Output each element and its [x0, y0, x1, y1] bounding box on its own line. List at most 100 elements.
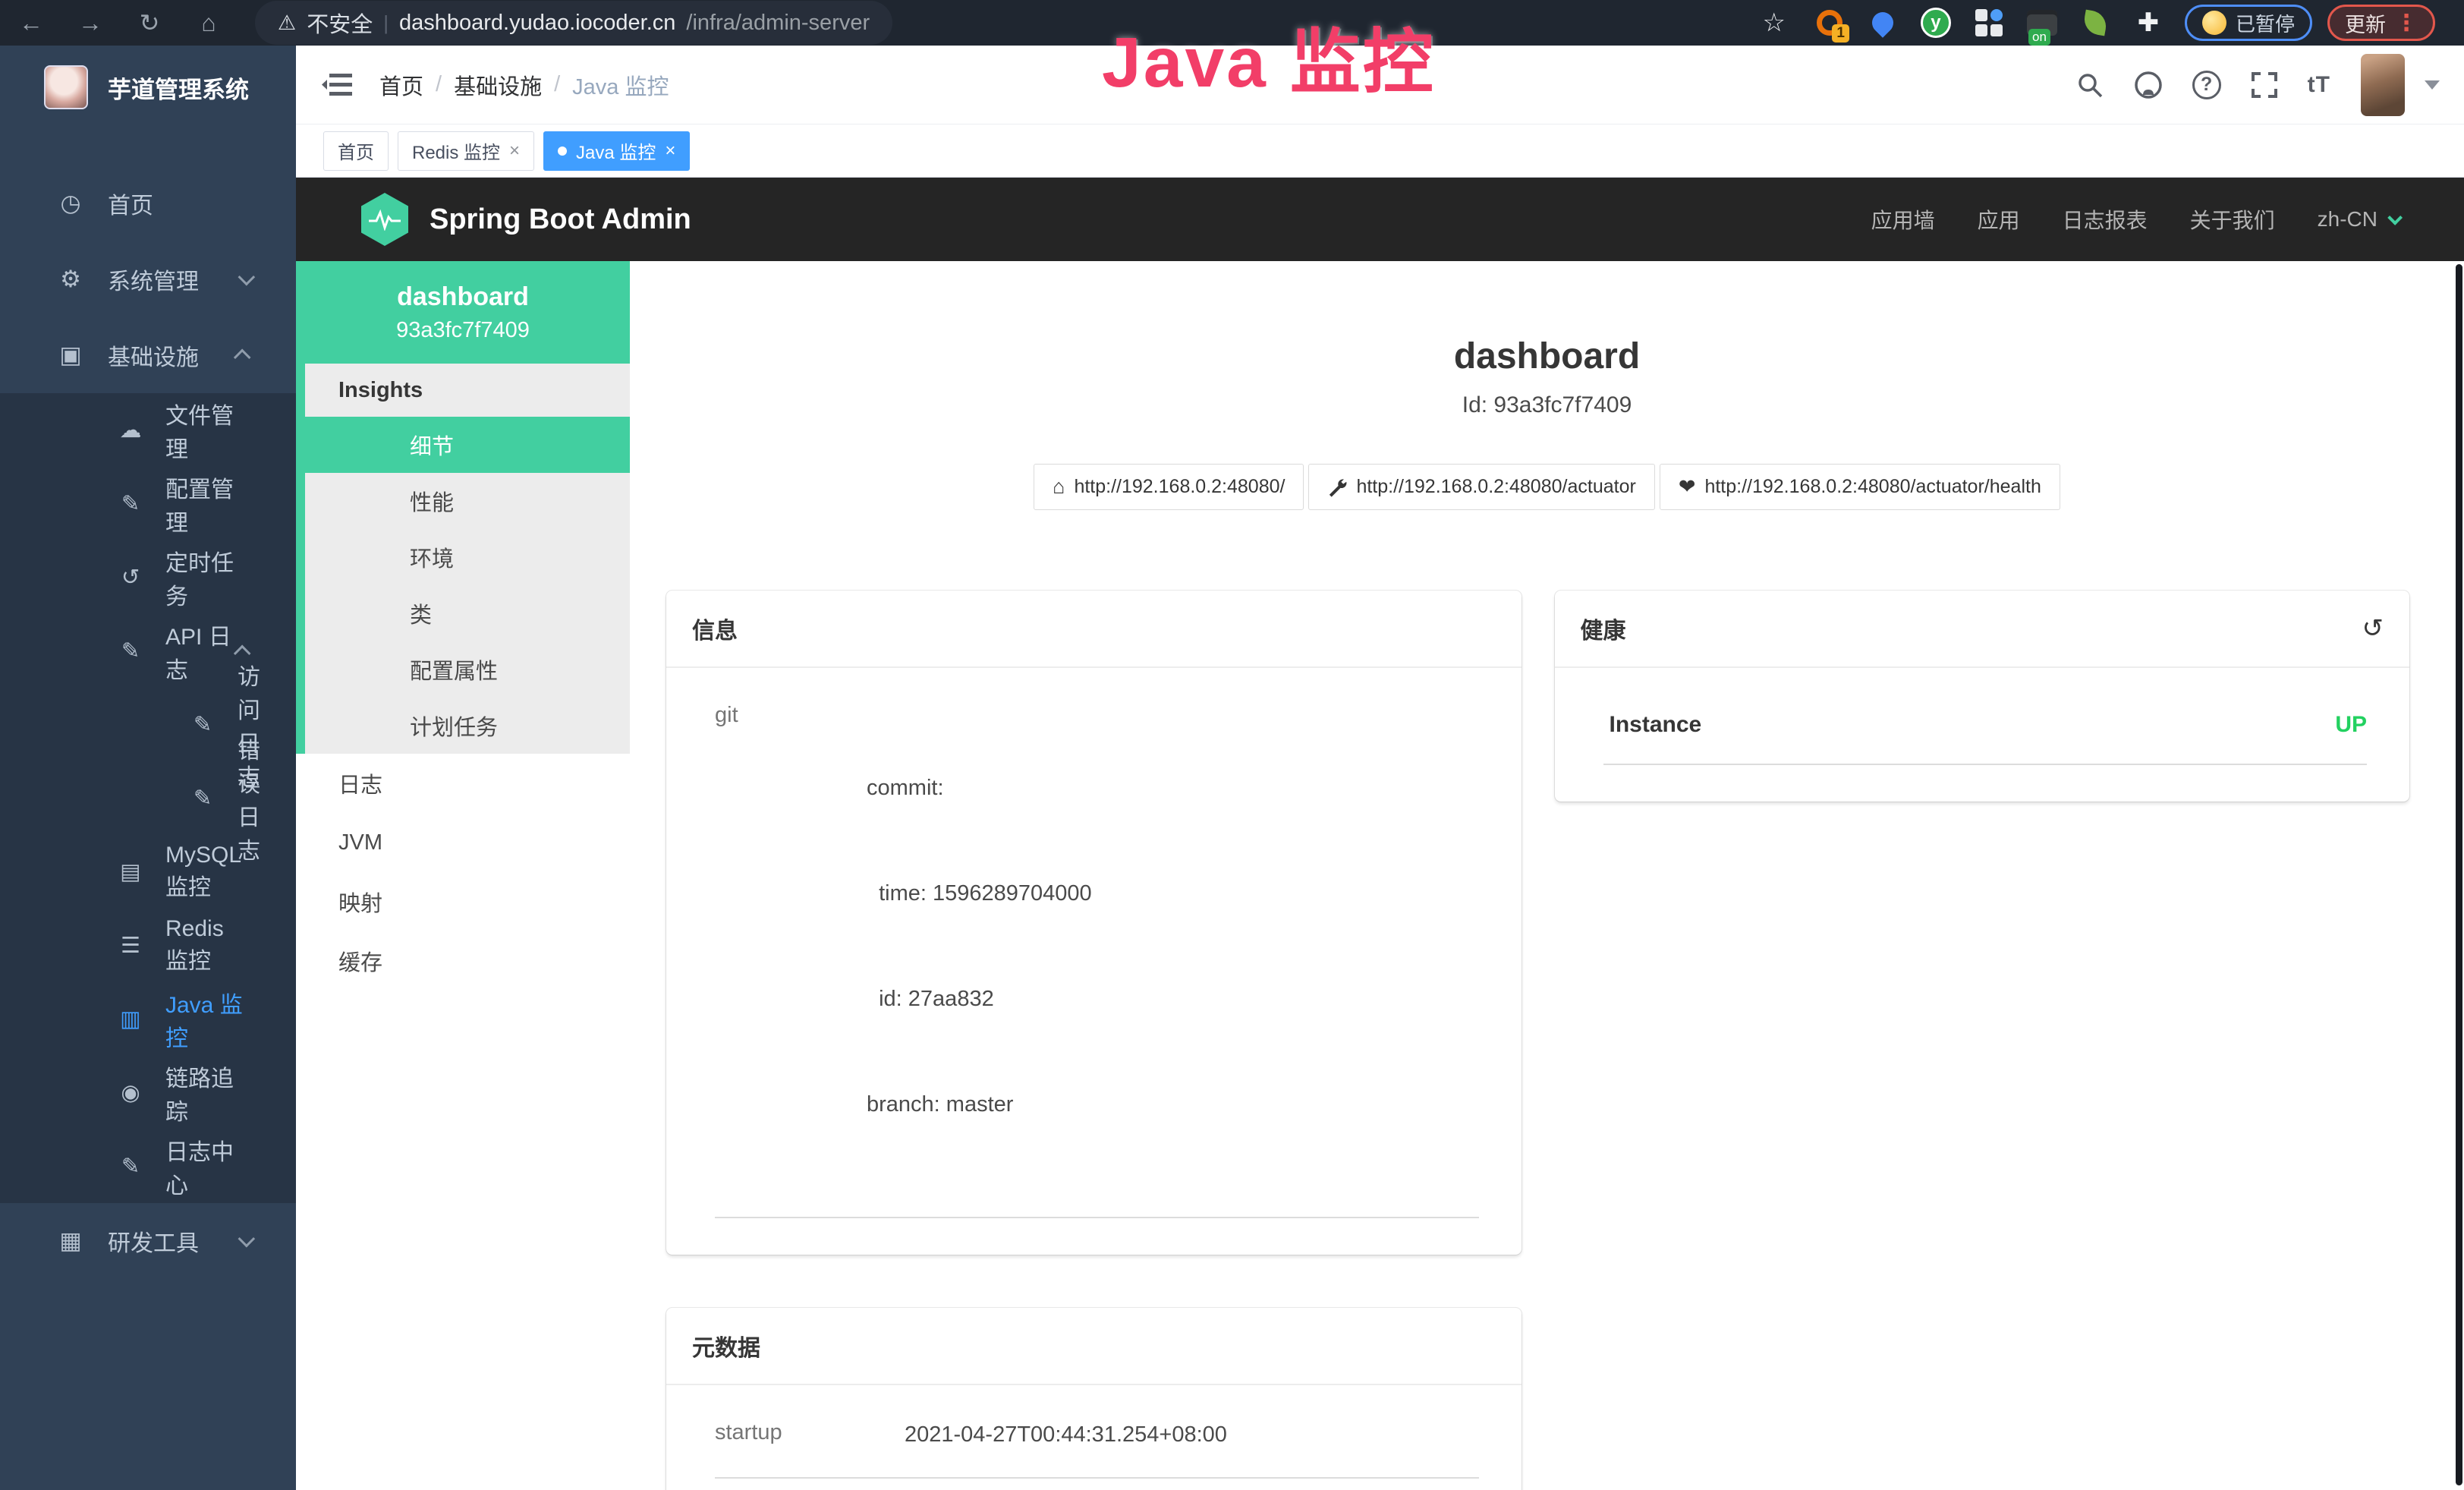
- sidebar-item-tracing[interactable]: ◉ 链路追踪: [0, 1056, 296, 1129]
- startup-value: 2021-04-27T00:44:31.254+08:00: [905, 1417, 1227, 1452]
- instance-links: ⌂ http://192.168.0.2:48080/ http://192.1…: [630, 464, 2464, 510]
- metadata-card-title: 元数据: [692, 1329, 760, 1362]
- database-icon: ▤: [114, 858, 147, 885]
- nav-item-classes[interactable]: 类: [305, 585, 630, 641]
- paused-profile-button[interactable]: 已暂停: [2185, 5, 2312, 41]
- app-logo[interactable]: 芋道管理系统: [0, 46, 296, 129]
- extension-y-icon[interactable]: y: [1919, 6, 1953, 39]
- cloud-upload-icon: ☁: [114, 417, 147, 443]
- browser-home-icon[interactable]: ⌂: [191, 9, 226, 37]
- status-badge: UP: [2335, 712, 2367, 738]
- log-edit-icon: ✎: [114, 1153, 147, 1180]
- instance-header[interactable]: dashboard 93a3fc7f7409: [296, 261, 630, 364]
- extension-pin-icon[interactable]: [1866, 6, 1899, 39]
- url-path[interactable]: /infra/admin-server: [686, 11, 870, 36]
- page-scrollbar[interactable]: [2456, 264, 2462, 1485]
- health-card-title: 健康: [1581, 612, 1626, 645]
- extensions-puzzle-icon[interactable]: ✚: [2132, 6, 2165, 39]
- bookmark-star-icon[interactable]: ☆: [1763, 8, 1786, 38]
- log-edit-icon: ✎: [114, 638, 147, 664]
- tab-home[interactable]: 首页: [323, 131, 389, 171]
- actuator-url-button[interactable]: http://192.168.0.2:48080/actuator: [1308, 464, 1654, 510]
- nav-item-details[interactable]: 细节: [305, 417, 630, 473]
- sidebar-item-config-manage[interactable]: ✎ 配置管理: [0, 467, 296, 540]
- breadcrumb: 首页 / 基础设施 / Java 监控: [379, 69, 669, 101]
- github-icon[interactable]: [2133, 70, 2163, 100]
- address-bar[interactable]: ⚠ 不安全 | dashboard.yudao.iocoder.cn /infr…: [255, 1, 892, 45]
- sidebar-item-system[interactable]: ⚙ 系统管理: [0, 241, 296, 317]
- font-size-icon[interactable]: tT: [2308, 72, 2330, 98]
- sidebar-item-infra[interactable]: ▣ 基础设施: [0, 317, 296, 393]
- log-edit-icon: ✎: [186, 711, 219, 738]
- nav-item-caches[interactable]: 缓存: [296, 931, 630, 991]
- sba-nav-journal[interactable]: 日志报表: [2063, 204, 2148, 235]
- sidebar-item-file-manage[interactable]: ☁ 文件管理: [0, 393, 296, 467]
- close-icon[interactable]: ×: [509, 140, 520, 162]
- extension-grid-icon[interactable]: [1972, 6, 2006, 39]
- nav-item-jvm[interactable]: JVM: [296, 813, 630, 872]
- nav-item-scheduled-tasks[interactable]: 计划任务: [305, 698, 630, 754]
- sidebar-item-devtools[interactable]: ▦ 研发工具: [0, 1203, 296, 1279]
- video-title-annotation: Java 监控: [1102, 5, 1436, 107]
- sba-nav-wallboard[interactable]: 应用墙: [1871, 204, 1935, 235]
- tags-view-bar: 首页 Redis 监控 × Java 监控 ×: [296, 124, 2464, 178]
- browser-forward-icon[interactable]: →: [73, 9, 108, 37]
- screen-icon: ▥: [114, 1006, 147, 1032]
- search-icon[interactable]: [2075, 71, 2104, 99]
- nav-item-mappings[interactable]: 映射: [296, 872, 630, 931]
- sba-logo-icon[interactable]: [361, 193, 408, 246]
- nav-item-environment[interactable]: 环境: [305, 529, 630, 585]
- sidebar-item-home[interactable]: ◷ 首页: [0, 165, 296, 241]
- close-icon[interactable]: ×: [665, 140, 675, 162]
- history-icon: ↺: [114, 564, 147, 591]
- nav-item-logs[interactable]: 日志: [296, 754, 630, 813]
- instance-content: dashboard Id: 93a3fc7f7409 ⌂ http://192.…: [630, 261, 2464, 1490]
- sba-nav-about[interactable]: 关于我们: [2190, 204, 2275, 235]
- monitor-icon: ▣: [53, 342, 88, 369]
- extension-tampermonkey-icon[interactable]: on: [2025, 6, 2059, 39]
- history-icon[interactable]: ↺: [2362, 613, 2384, 644]
- breadcrumb-home[interactable]: 首页: [379, 69, 423, 101]
- browser-reload-icon[interactable]: ↻: [132, 8, 167, 37]
- dashboard-icon: ◷: [53, 190, 88, 217]
- user-menu-caret-icon[interactable]: [2425, 80, 2440, 90]
- sidebar-item-scheduled-jobs[interactable]: ↺ 定时任务: [0, 540, 296, 614]
- nav-item-metrics[interactable]: 性能: [305, 473, 630, 529]
- fullscreen-icon[interactable]: [2250, 71, 2279, 99]
- sba-locale-select[interactable]: zh-CN: [2318, 207, 2399, 232]
- sidebar-item-java-monitor[interactable]: ▥ Java 监控: [0, 982, 296, 1056]
- git-id-line: id: 27aa832: [867, 981, 1092, 1016]
- app-title: 芋道管理系统: [108, 71, 249, 105]
- tab-redis-monitor[interactable]: Redis 监控 ×: [398, 131, 534, 171]
- update-chrome-button[interactable]: 更新 ⋮: [2327, 5, 2435, 41]
- url-host[interactable]: dashboard.yudao.iocoder.cn: [399, 11, 675, 36]
- git-branch-line: branch: master: [867, 1087, 1092, 1122]
- instance-app-name: dashboard: [397, 282, 529, 312]
- service-url-button[interactable]: ⌂ http://192.168.0.2:48080/: [1034, 464, 1304, 510]
- sba-navbar: Spring Boot Admin 应用墙 应用 日志报表 关于我们 zh-CN: [296, 178, 2464, 261]
- git-commit-line: commit:: [867, 770, 1092, 805]
- sidebar-item-error-log[interactable]: ✎ 错误日志: [0, 761, 296, 835]
- sidebar-item-redis-monitor[interactable]: ☰ Redis 监控: [0, 909, 296, 982]
- help-icon[interactable]: ?: [2192, 71, 2221, 99]
- main-sidebar: 芋道管理系统 ◷ 首页 ⚙ 系统管理 ▣ 基础设施: [0, 46, 296, 1490]
- extension-leaf-icon[interactable]: [2079, 6, 2112, 39]
- chevron-down-icon: [2387, 210, 2403, 225]
- security-label[interactable]: 不安全: [307, 7, 373, 39]
- health-url-button[interactable]: ❤ http://192.168.0.2:48080/actuator/heal…: [1660, 464, 2060, 510]
- sba-nav-applications[interactable]: 应用: [1978, 204, 2020, 235]
- nav-item-config-props[interactable]: 配置属性: [305, 641, 630, 698]
- browser-back-icon[interactable]: ←: [14, 9, 49, 37]
- startup-row: startup 2021-04-27T00:44:31.254+08:00: [715, 1417, 1479, 1478]
- user-avatar[interactable]: [2361, 54, 2405, 116]
- extension-on-badge: on: [2028, 29, 2050, 46]
- heartbeat-icon: ❤: [1679, 475, 1696, 499]
- browser-menu-kebab-icon[interactable]: ⋮: [2395, 10, 2418, 36]
- hamburger-icon[interactable]: [320, 68, 355, 102]
- breadcrumb-infra[interactable]: 基础设施: [454, 69, 542, 101]
- sidebar-item-log-center[interactable]: ✎ 日志中心: [0, 1129, 296, 1203]
- sba-brand-title[interactable]: Spring Boot Admin: [430, 203, 691, 236]
- instance-id: 93a3fc7f7409: [396, 318, 530, 343]
- extension-onetab-icon[interactable]: 1: [1813, 6, 1846, 39]
- tab-java-monitor[interactable]: Java 监控 ×: [543, 131, 690, 171]
